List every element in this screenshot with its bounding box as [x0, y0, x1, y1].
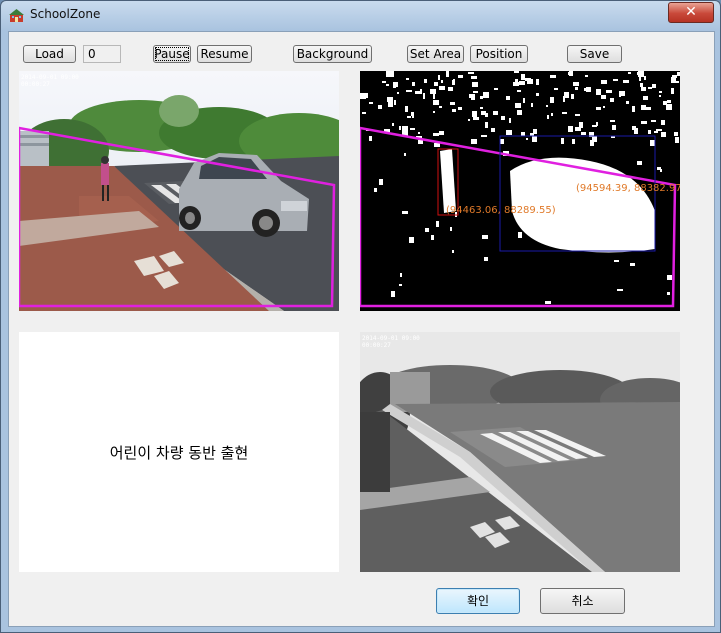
cancel-button[interactable]: 취소 [540, 588, 625, 614]
background-view-image: 2014-09-01 09:00 00:00:27 [360, 332, 680, 572]
status-panel: 어린이 차량 동반 출현 [19, 332, 339, 572]
svg-text:2014-09-01 09:00: 2014-09-01 09:00 [362, 335, 420, 342]
ok-button[interactable]: 확인 [436, 588, 520, 614]
background-button[interactable]: Background [293, 45, 372, 63]
close-icon: ✕ [685, 4, 697, 20]
camera-view-panel[interactable]: 2014-09-01 09:00 00:00:27 [19, 71, 339, 311]
app-icon [9, 9, 24, 22]
close-button[interactable]: ✕ [668, 2, 714, 23]
foreground-mask-panel[interactable]: (94463.06, 88289.55) (94594.39, 88382.97… [360, 71, 680, 311]
load-button[interactable]: Load [23, 45, 76, 63]
background-view-panel[interactable]: 2014-09-01 09:00 00:00:27 [360, 332, 680, 572]
svg-text:00:00:27: 00:00:27 [21, 81, 50, 88]
title-bar[interactable]: SchoolZone ✕ [1, 1, 720, 31]
foreground-mask-image: (94463.06, 88289.55) (94594.39, 88382.97… [360, 71, 680, 311]
window-title: SchoolZone [30, 7, 101, 21]
camera-view-image: 2014-09-01 09:00 00:00:27 [19, 71, 339, 311]
position-button[interactable]: Position [470, 45, 528, 63]
client-area: Load 0 Pause Resume Background Set Area … [8, 31, 715, 627]
set-area-button[interactable]: Set Area [407, 45, 464, 63]
status-message: 어린이 차량 동반 출현 [109, 443, 249, 462]
save-button[interactable]: Save [567, 45, 622, 63]
resume-button[interactable]: Resume [197, 45, 252, 63]
schoolzone-window: SchoolZone ✕ Load 0 Pause Resume Backgro… [0, 0, 721, 633]
pause-button[interactable]: Pause [153, 45, 191, 63]
svg-text:00:00:27: 00:00:27 [362, 342, 391, 349]
pedestrian-position-label: (94463.06, 88289.55) [446, 205, 556, 216]
frame-number-field[interactable]: 0 [83, 45, 121, 63]
vehicle-position-label: (94594.39, 88382.97) [576, 183, 680, 194]
svg-text:2014-09-01 09:00: 2014-09-01 09:00 [21, 74, 79, 81]
